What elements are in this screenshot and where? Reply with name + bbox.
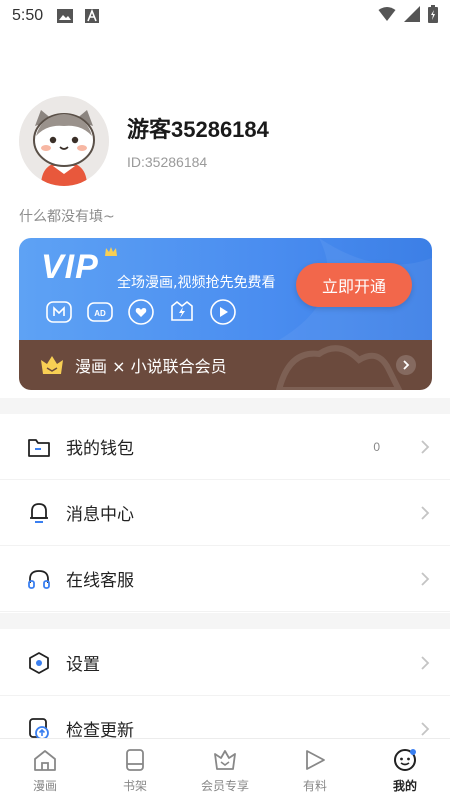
bottom-tab-bar: 漫画 书架 会员专享 有料 我的: [0, 738, 450, 800]
chevron-right-icon: [420, 505, 430, 521]
menu-support-label: 在线客服: [66, 571, 134, 591]
signal-icon: [404, 6, 420, 26]
tab-feed[interactable]: 有料: [270, 739, 360, 800]
chevron-right-icon: [420, 439, 430, 455]
app-a-icon: [85, 9, 100, 23]
gallery-icon: [57, 9, 74, 23]
vip-star-icon: [103, 244, 119, 264]
svg-text:AD: AD: [94, 309, 106, 318]
menu-support[interactable]: 在线客服: [0, 546, 450, 612]
vip-benefit-icons: AD: [45, 298, 237, 326]
tab-label: 漫画: [32, 779, 57, 793]
tab-label: 有料: [302, 779, 327, 793]
bookshelf-icon: [121, 746, 149, 774]
heart-icon: [127, 298, 155, 326]
settings-icon: [26, 650, 52, 676]
menu-settings[interactable]: 设置: [0, 630, 450, 696]
headset-icon: [26, 566, 52, 592]
tab-label: 我的: [392, 779, 417, 793]
profile-header[interactable]: 游客35286184 ID:35286184: [19, 95, 431, 187]
vip-card[interactable]: VIP 全场漫画,视频抢先免费看 AD 立即开通 漫画 × 小说联合会员: [19, 238, 432, 390]
chevron-right-icon: [420, 571, 430, 587]
section-divider: [0, 613, 450, 629]
user-bio: 什么都没有填~: [19, 209, 115, 225]
bell-icon: [26, 500, 52, 526]
wallet-icon: [26, 434, 52, 460]
tab-bookshelf[interactable]: 书架: [90, 739, 180, 800]
avatar[interactable]: [19, 96, 109, 186]
chevron-right-icon: [420, 721, 430, 737]
monthly-icon: [45, 298, 73, 326]
status-time: 5:50: [12, 7, 44, 24]
wifi-icon: [378, 6, 396, 26]
lightning-icon: [168, 298, 196, 326]
vip-logo: VIP: [41, 248, 99, 286]
tab-mine[interactable]: 我的: [360, 739, 450, 800]
vip-banner[interactable]: VIP 全场漫画,视频抢先免费看 AD 立即开通: [19, 238, 432, 340]
vip-bundle-label: 漫画 × 小说联合会员: [75, 357, 227, 376]
play-icon: [301, 746, 329, 774]
wallet-count: 0: [373, 439, 380, 454]
menu-messages-label: 消息中心: [66, 505, 134, 525]
vip-bundle-bar[interactable]: 漫画 × 小说联合会员: [19, 340, 432, 390]
menu-settings-label: 设置: [66, 655, 100, 675]
vip-open-button[interactable]: 立即开通: [296, 263, 412, 307]
crown-icon: [39, 354, 65, 376]
status-right: [378, 5, 438, 27]
profile-info: 游客35286184 ID:35286184: [127, 112, 269, 170]
vip-slogan: 全场漫画,视频抢先免费看: [117, 275, 276, 291]
tab-label: 书架: [122, 779, 147, 793]
user-id: ID:35286184: [127, 154, 208, 170]
home-icon: [31, 746, 59, 774]
ad-free-icon: AD: [86, 298, 114, 326]
menu-wallet-label: 我的钱包: [66, 439, 134, 459]
menu-wallet[interactable]: 我的钱包 0: [0, 414, 450, 480]
menu-messages[interactable]: 消息中心: [0, 480, 450, 546]
chevron-right-icon: [420, 655, 430, 671]
username: 游客35286184: [127, 117, 269, 142]
tab-comics[interactable]: 漫画: [0, 739, 90, 800]
play-icon: [209, 298, 237, 326]
tab-vip[interactable]: 会员专享: [180, 739, 270, 800]
section-divider: [0, 398, 450, 414]
battery-icon: [428, 5, 438, 27]
vip-crown-icon: [211, 746, 239, 774]
profile-face-icon: [391, 746, 419, 774]
status-bar: 5:50: [0, 0, 450, 32]
tab-label: 会员专享: [200, 779, 249, 793]
